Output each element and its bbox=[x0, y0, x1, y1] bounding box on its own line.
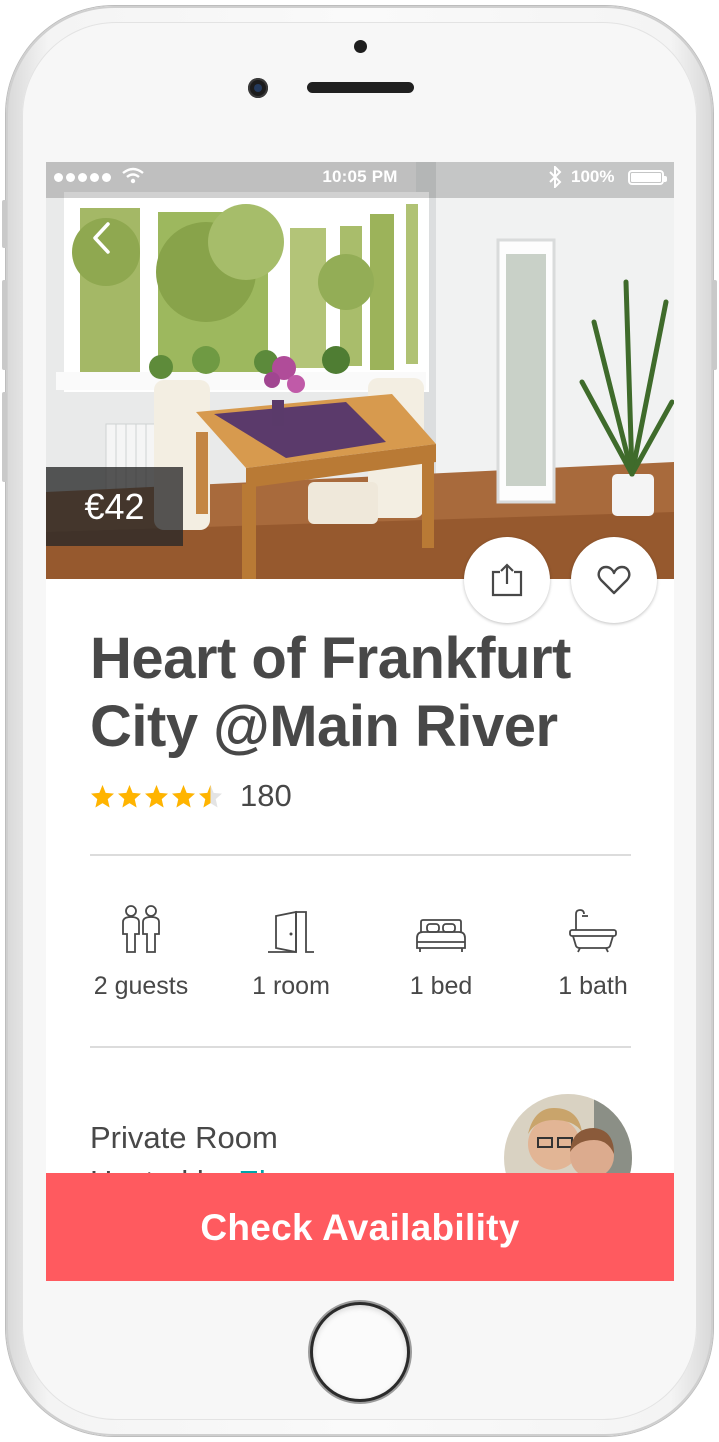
share-button[interactable] bbox=[464, 537, 550, 623]
star-icon bbox=[172, 784, 195, 807]
amenity-beds: 1 bed bbox=[366, 900, 516, 1001]
star-icon bbox=[145, 784, 168, 807]
divider bbox=[90, 1046, 631, 1048]
heart-icon bbox=[597, 565, 631, 595]
star-icon bbox=[118, 784, 141, 807]
favorite-button[interactable] bbox=[571, 537, 657, 623]
volume-down-button bbox=[2, 392, 7, 482]
amenity-guests: 2 guests bbox=[66, 900, 216, 1001]
room-type: Private Room bbox=[90, 1120, 278, 1155]
front-camera bbox=[248, 78, 268, 98]
bed-icon bbox=[416, 919, 466, 952]
amenities-row: 2 guests 1 room 1 bed 1 bath bbox=[46, 900, 674, 1010]
share-icon bbox=[491, 563, 523, 597]
app-screen: 10:05 PM 100% €42 Heart of Frankfurt Cit… bbox=[46, 162, 674, 1281]
bathtub-icon bbox=[569, 909, 617, 953]
price-tag: €42 bbox=[46, 467, 183, 546]
home-button[interactable] bbox=[313, 1305, 407, 1399]
amenity-rooms: 1 room bbox=[216, 900, 366, 1001]
bluetooth-icon bbox=[549, 166, 562, 188]
star-rating bbox=[90, 784, 223, 809]
rating-row[interactable]: 180 bbox=[90, 778, 292, 814]
battery-percent: 100% bbox=[571, 167, 615, 186]
proximity-sensor bbox=[354, 40, 367, 53]
door-icon bbox=[268, 910, 314, 954]
amenity-label: 1 room bbox=[252, 972, 330, 1000]
check-availability-button[interactable]: Check Availability bbox=[46, 1173, 674, 1281]
listing-photo[interactable]: 10:05 PM 100% €42 bbox=[46, 162, 674, 579]
earpiece-speaker bbox=[307, 82, 414, 93]
amenity-label: 1 bed bbox=[409, 972, 473, 1000]
battery-icon bbox=[628, 170, 667, 185]
amenity-label: 2 guests bbox=[93, 972, 189, 1000]
star-icon bbox=[91, 784, 114, 807]
divider bbox=[90, 854, 631, 856]
guests-icon bbox=[122, 905, 160, 953]
listing-title: Heart of Frankfurt City @Main River bbox=[90, 626, 571, 759]
power-button bbox=[712, 280, 717, 370]
amenity-label: 1 bath bbox=[558, 972, 628, 1000]
back-arrow-icon[interactable] bbox=[88, 218, 118, 258]
status-bar: 10:05 PM 100% bbox=[46, 162, 674, 192]
star-icon bbox=[199, 784, 222, 807]
mute-switch bbox=[2, 200, 7, 248]
volume-up-button bbox=[2, 280, 7, 370]
amenity-baths: 1 bath bbox=[518, 900, 668, 1001]
review-count: 180 bbox=[240, 778, 292, 813]
